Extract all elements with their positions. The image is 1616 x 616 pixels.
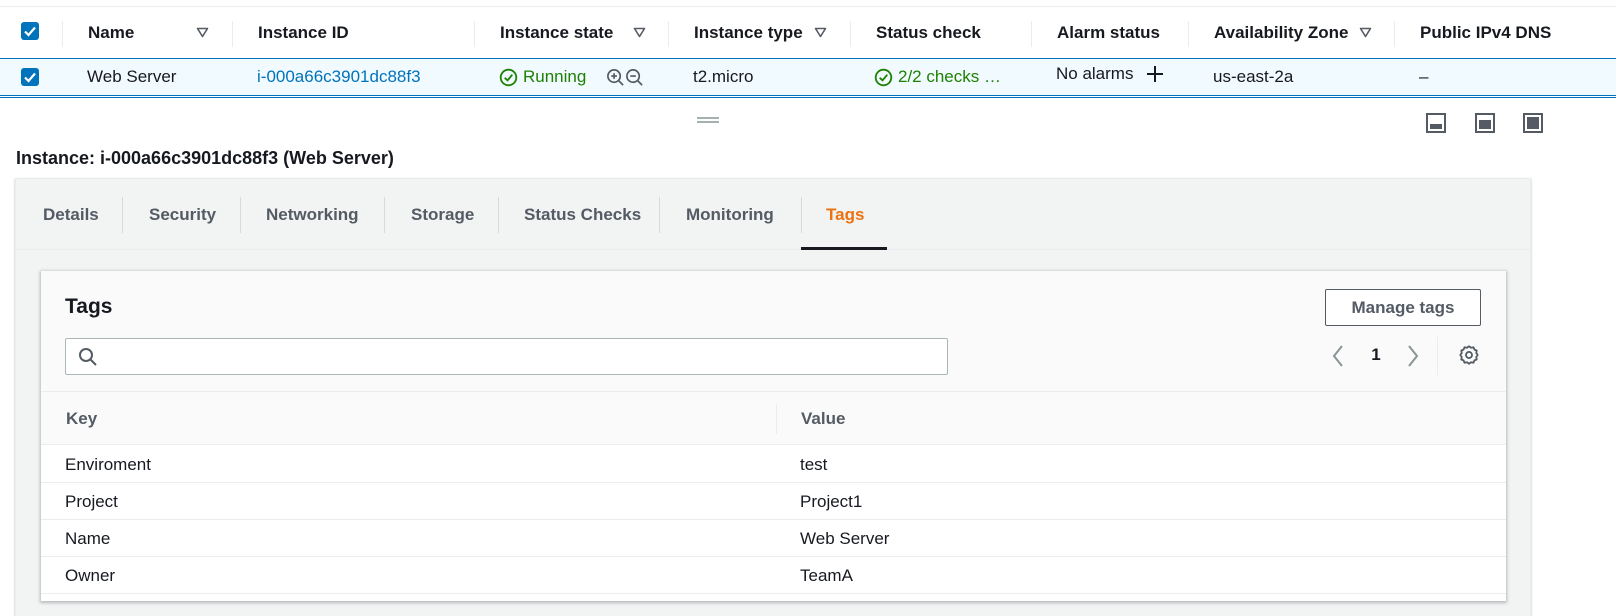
tab-status-checks[interactable]: Status Checks xyxy=(524,179,641,250)
tab-divider xyxy=(122,197,123,233)
tag-key: Project xyxy=(65,492,118,511)
checkmark-icon xyxy=(24,26,36,37)
instance-row[interactable]: Web Server i-000a66c3901dc88f3 Running t… xyxy=(0,58,1616,98)
instances-table-header: Name Instance ID Instance state Instance… xyxy=(0,6,1616,58)
tag-value: test xyxy=(800,455,828,474)
column-header-value[interactable]: Value xyxy=(801,409,845,429)
tab-monitoring[interactable]: Monitoring xyxy=(686,179,774,250)
instance-details-panel: Details Security Networking Storage Stat… xyxy=(15,178,1531,616)
detail-tabs: Details Security Networking Storage Stat… xyxy=(16,179,1530,250)
column-divider xyxy=(850,21,851,47)
chevron-right-icon[interactable] xyxy=(1406,343,1420,369)
status-ok-icon xyxy=(499,68,518,86)
status-ok-icon xyxy=(874,68,893,86)
column-header-alarm-status[interactable]: Alarm status xyxy=(1057,7,1160,58)
tag-key: Owner xyxy=(65,566,116,585)
gear-icon[interactable] xyxy=(1458,344,1480,366)
public-ipv4-dns: – xyxy=(1419,67,1429,86)
status-check[interactable]: 2/2 checks … xyxy=(874,59,1001,95)
split-panel-middle-icon[interactable] xyxy=(1474,112,1496,134)
column-header-name[interactable]: Name xyxy=(88,7,134,58)
instance-detail-title: Instance: i-000a66c3901dc88f3 (Web Serve… xyxy=(16,148,394,168)
tab-tags[interactable]: Tags xyxy=(826,179,864,250)
alarm-status: No alarms xyxy=(1056,64,1134,83)
tags-search[interactable] xyxy=(65,338,948,375)
column-divider xyxy=(1394,21,1395,47)
instance-name: Web Server xyxy=(87,67,177,86)
column-divider xyxy=(1031,21,1032,47)
tab-storage[interactable]: Storage xyxy=(411,179,474,250)
column-divider xyxy=(1188,21,1189,47)
availability-zone: us-east-2a xyxy=(1213,67,1294,86)
tags-card-header: Tags Manage tags 1 xyxy=(41,271,1506,392)
tab-divider xyxy=(498,197,499,233)
search-input[interactable] xyxy=(102,339,942,374)
column-divider xyxy=(474,21,475,47)
tag-key: Name xyxy=(65,529,111,548)
row-checkbox[interactable] xyxy=(21,68,39,86)
column-divider xyxy=(776,404,777,434)
column-header-instance-state[interactable]: Instance state xyxy=(500,7,613,58)
split-panel-bottom-icon[interactable] xyxy=(1425,112,1447,134)
column-header-availability-zone[interactable]: Availability Zone xyxy=(1214,7,1348,58)
sort-caret-icon[interactable] xyxy=(196,26,209,39)
resize-handle-icon[interactable] xyxy=(697,115,719,125)
column-divider xyxy=(62,21,63,47)
column-header-instance-type[interactable]: Instance type xyxy=(694,7,803,58)
tag-value: TeamA xyxy=(800,566,853,585)
manage-tags-button[interactable]: Manage tags xyxy=(1325,289,1481,326)
add-alarm-icon[interactable] xyxy=(1145,64,1165,84)
tags-card-title: Tags xyxy=(65,295,113,318)
select-all-checkbox[interactable] xyxy=(21,22,39,40)
tab-details[interactable]: Details xyxy=(43,179,99,250)
column-header-status-check[interactable]: Status check xyxy=(876,7,981,58)
tag-key: Enviroment xyxy=(65,455,151,474)
tag-value: Web Server xyxy=(800,529,890,548)
tab-divider xyxy=(384,197,385,233)
column-header-instance-id[interactable]: Instance ID xyxy=(258,7,349,58)
zoom-out-icon[interactable] xyxy=(625,68,644,87)
column-divider xyxy=(668,21,669,47)
tags-table-header: Key Value xyxy=(41,392,1506,445)
tag-value: Project1 xyxy=(800,492,863,511)
instance-state-label: Running xyxy=(523,67,587,86)
tab-security[interactable]: Security xyxy=(149,179,216,250)
table-row: Owner TeamA xyxy=(41,557,1506,594)
table-row: Enviroment test xyxy=(41,446,1506,483)
column-header-key[interactable]: Key xyxy=(66,409,97,429)
tags-card: Tags Manage tags 1 Key Value Enviroment … xyxy=(41,271,1506,601)
split-panel-full-icon[interactable] xyxy=(1522,112,1544,134)
table-row: Project Project1 xyxy=(41,483,1506,520)
instance-state: Running xyxy=(499,59,586,95)
current-page-number[interactable]: 1 xyxy=(1369,345,1383,365)
column-header-public-ipv4-dns[interactable]: Public IPv4 DNS xyxy=(1420,7,1551,58)
search-icon xyxy=(79,348,97,366)
instance-id-link[interactable]: i-000a66c3901dc88f3 xyxy=(257,59,421,95)
active-tab-indicator xyxy=(801,247,887,250)
checkmark-icon xyxy=(24,72,36,83)
instance-type: t2.micro xyxy=(693,67,754,86)
table-row: Name Web Server xyxy=(41,520,1506,557)
tab-networking[interactable]: Networking xyxy=(266,179,359,250)
status-check-label: 2/2 checks … xyxy=(898,67,1001,86)
tab-divider xyxy=(659,197,660,233)
zoom-in-icon[interactable] xyxy=(606,68,625,87)
pager-divider xyxy=(1437,337,1438,375)
sort-caret-icon[interactable] xyxy=(814,26,827,39)
tab-divider xyxy=(240,197,241,233)
column-divider xyxy=(232,21,233,47)
sort-caret-icon[interactable] xyxy=(1359,26,1372,39)
tab-divider xyxy=(801,197,802,233)
chevron-left-icon[interactable] xyxy=(1331,343,1345,369)
sort-caret-icon[interactable] xyxy=(633,26,646,39)
